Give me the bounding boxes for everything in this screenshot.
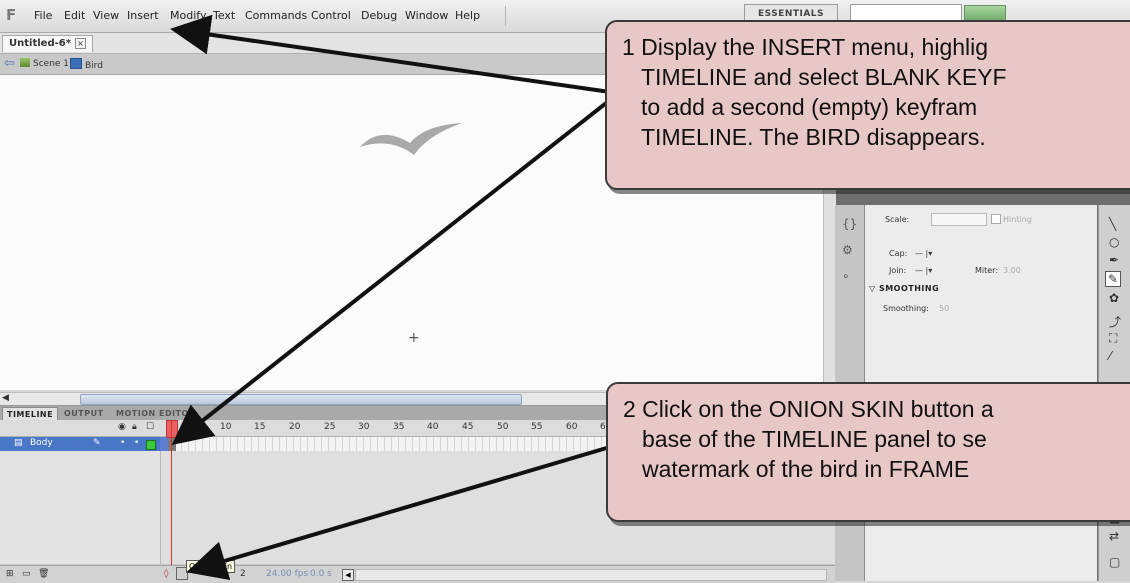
instruction-callout-1: 1 Display the INSERT menu, highlig TIMEL… [605, 20, 1130, 190]
instruction-callout-2: 2 Click on the ONION SKIN button a base … [606, 382, 1130, 522]
callout-2-line-3: watermark of the bird in FRAME [642, 456, 970, 482]
callout-1-line-2: TIMELINE and select BLANK KEYF [641, 64, 1007, 90]
arrow-to-insert-menu [170, 14, 611, 94]
arrow-to-onion-skin [186, 445, 611, 581]
callout-1-line-1: 1 Display the INSERT menu, highlig [622, 34, 989, 60]
callout-2-line-2: base of the TIMELINE panel to se [642, 426, 987, 452]
callout-2-line-1: 2 Click on the ONION SKIN button a [623, 396, 994, 422]
callout-1-line-3: to add a second (empty) keyfram [641, 94, 978, 120]
arrow-to-keyframe [171, 98, 612, 445]
callout-1-line-4: TIMELINE. The BIRD disappears. [641, 124, 986, 150]
